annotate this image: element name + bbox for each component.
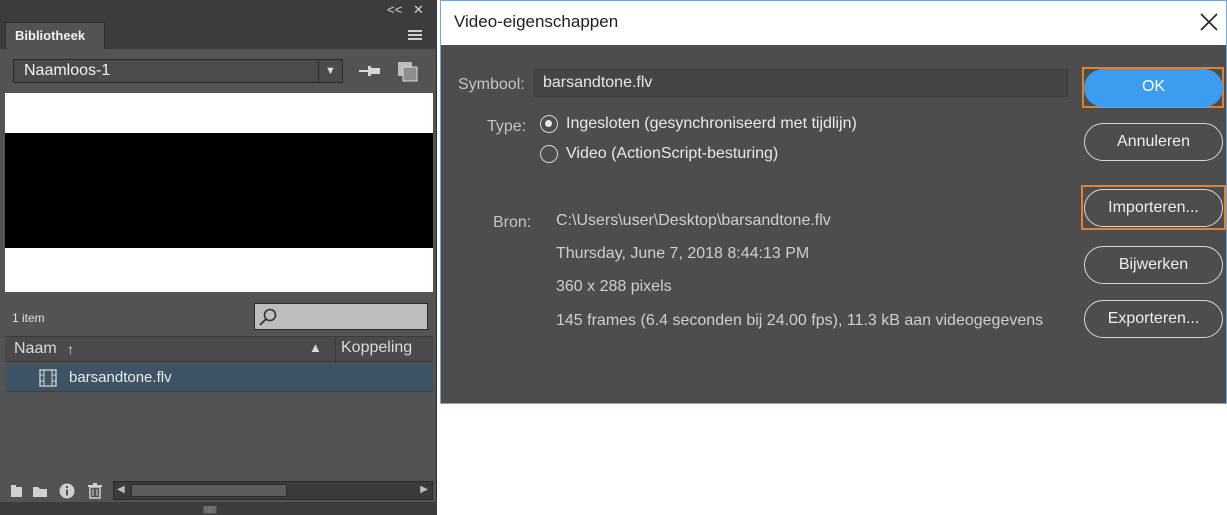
collapse-panel-icon[interactable]: << bbox=[387, 3, 402, 17]
sort-ascending-icon[interactable]: ↑ bbox=[67, 341, 74, 357]
panel-header: << ✕ bbox=[0, 0, 437, 22]
properties-icon[interactable] bbox=[58, 482, 76, 500]
new-symbol-icon[interactable] bbox=[8, 482, 26, 500]
column-name[interactable]: Naam bbox=[14, 340, 57, 358]
panel-menu-icon[interactable] bbox=[408, 30, 422, 42]
cancel-button[interactable]: Annuleren bbox=[1084, 123, 1223, 161]
library-panel: << ✕ Bibliotheek Naamloos-1 ▼ 1 item Naa… bbox=[0, 0, 437, 515]
scrollbar-thumb[interactable] bbox=[131, 484, 287, 497]
pin-library-icon[interactable] bbox=[357, 62, 383, 80]
chevron-down-icon[interactable]: ▼ bbox=[318, 60, 342, 82]
source-frames: 145 frames (6.4 seconden bij 24.00 fps),… bbox=[556, 312, 1044, 329]
column-header: Naam ↑ ▲ Koppeling bbox=[5, 336, 433, 363]
preview-video-frame bbox=[5, 133, 433, 248]
radio-embedded-label[interactable]: Ingesloten (gesynchroniseerd met tijdlij… bbox=[566, 115, 857, 133]
screen: << ✕ Bibliotheek Naamloos-1 ▼ 1 item Naa… bbox=[0, 0, 1227, 515]
close-panel-icon[interactable]: ✕ bbox=[413, 3, 424, 17]
list-item[interactable]: barsandtone.flv bbox=[5, 364, 433, 392]
video-file-icon bbox=[39, 369, 57, 387]
symbol-name-field[interactable]: barsandtone.flv bbox=[534, 69, 1068, 97]
item-count: 1 item bbox=[12, 311, 45, 325]
horizontal-scrollbar[interactable]: ◀ ▶ bbox=[113, 481, 433, 500]
scroll-right-icon[interactable]: ▶ bbox=[420, 484, 428, 495]
radio-embedded[interactable] bbox=[540, 115, 558, 133]
delete-icon[interactable] bbox=[86, 482, 104, 500]
symbol-preview bbox=[5, 93, 433, 292]
import-button[interactable]: Importeren... bbox=[1084, 189, 1223, 227]
tab-library[interactable]: Bibliotheek bbox=[5, 22, 105, 49]
new-folder-icon[interactable] bbox=[31, 482, 49, 500]
radio-video-actionscript[interactable] bbox=[540, 145, 558, 163]
triangle-up-icon[interactable]: ▲ bbox=[309, 340, 322, 355]
update-button[interactable]: Bijwerken bbox=[1084, 246, 1223, 284]
resize-grip[interactable]: |||||||||||| bbox=[0, 502, 437, 515]
document-select-value: Naamloos-1 bbox=[24, 62, 111, 79]
list-item-label: barsandtone.flv bbox=[69, 369, 172, 386]
column-linkage[interactable]: Koppeling bbox=[341, 339, 412, 357]
search-input[interactable] bbox=[254, 303, 428, 330]
ok-button[interactable]: OK bbox=[1084, 69, 1223, 107]
column-divider[interactable] bbox=[335, 337, 336, 363]
source-label: Bron: bbox=[493, 214, 532, 231]
library-list bbox=[5, 392, 433, 479]
document-select[interactable]: Naamloos-1 ▼ bbox=[13, 59, 343, 83]
search-icon bbox=[259, 308, 277, 326]
export-button[interactable]: Exporteren... bbox=[1084, 300, 1223, 338]
radio-video-actionscript-label[interactable]: Video (ActionScript-besturing) bbox=[566, 145, 778, 163]
grip-icon: |||||||||||| bbox=[203, 505, 217, 514]
scroll-left-icon[interactable]: ◀ bbox=[117, 484, 125, 495]
close-icon[interactable] bbox=[1196, 9, 1222, 35]
new-library-panel-icon[interactable] bbox=[396, 60, 420, 82]
source-dimensions: 360 x 288 pixels bbox=[556, 278, 672, 295]
source-date: Thursday, June 7, 2018 8:44:13 PM bbox=[556, 245, 810, 262]
video-properties-dialog: Video-eigenschappen Symbool: barsandtone… bbox=[440, 0, 1227, 404]
source-path: C:\Users\user\Desktop\barsandtone.flv bbox=[556, 212, 831, 229]
type-label: Type: bbox=[487, 118, 527, 135]
dialog-title: Video-eigenschappen bbox=[441, 1, 1226, 45]
symbol-label: Symbool: bbox=[458, 76, 525, 93]
